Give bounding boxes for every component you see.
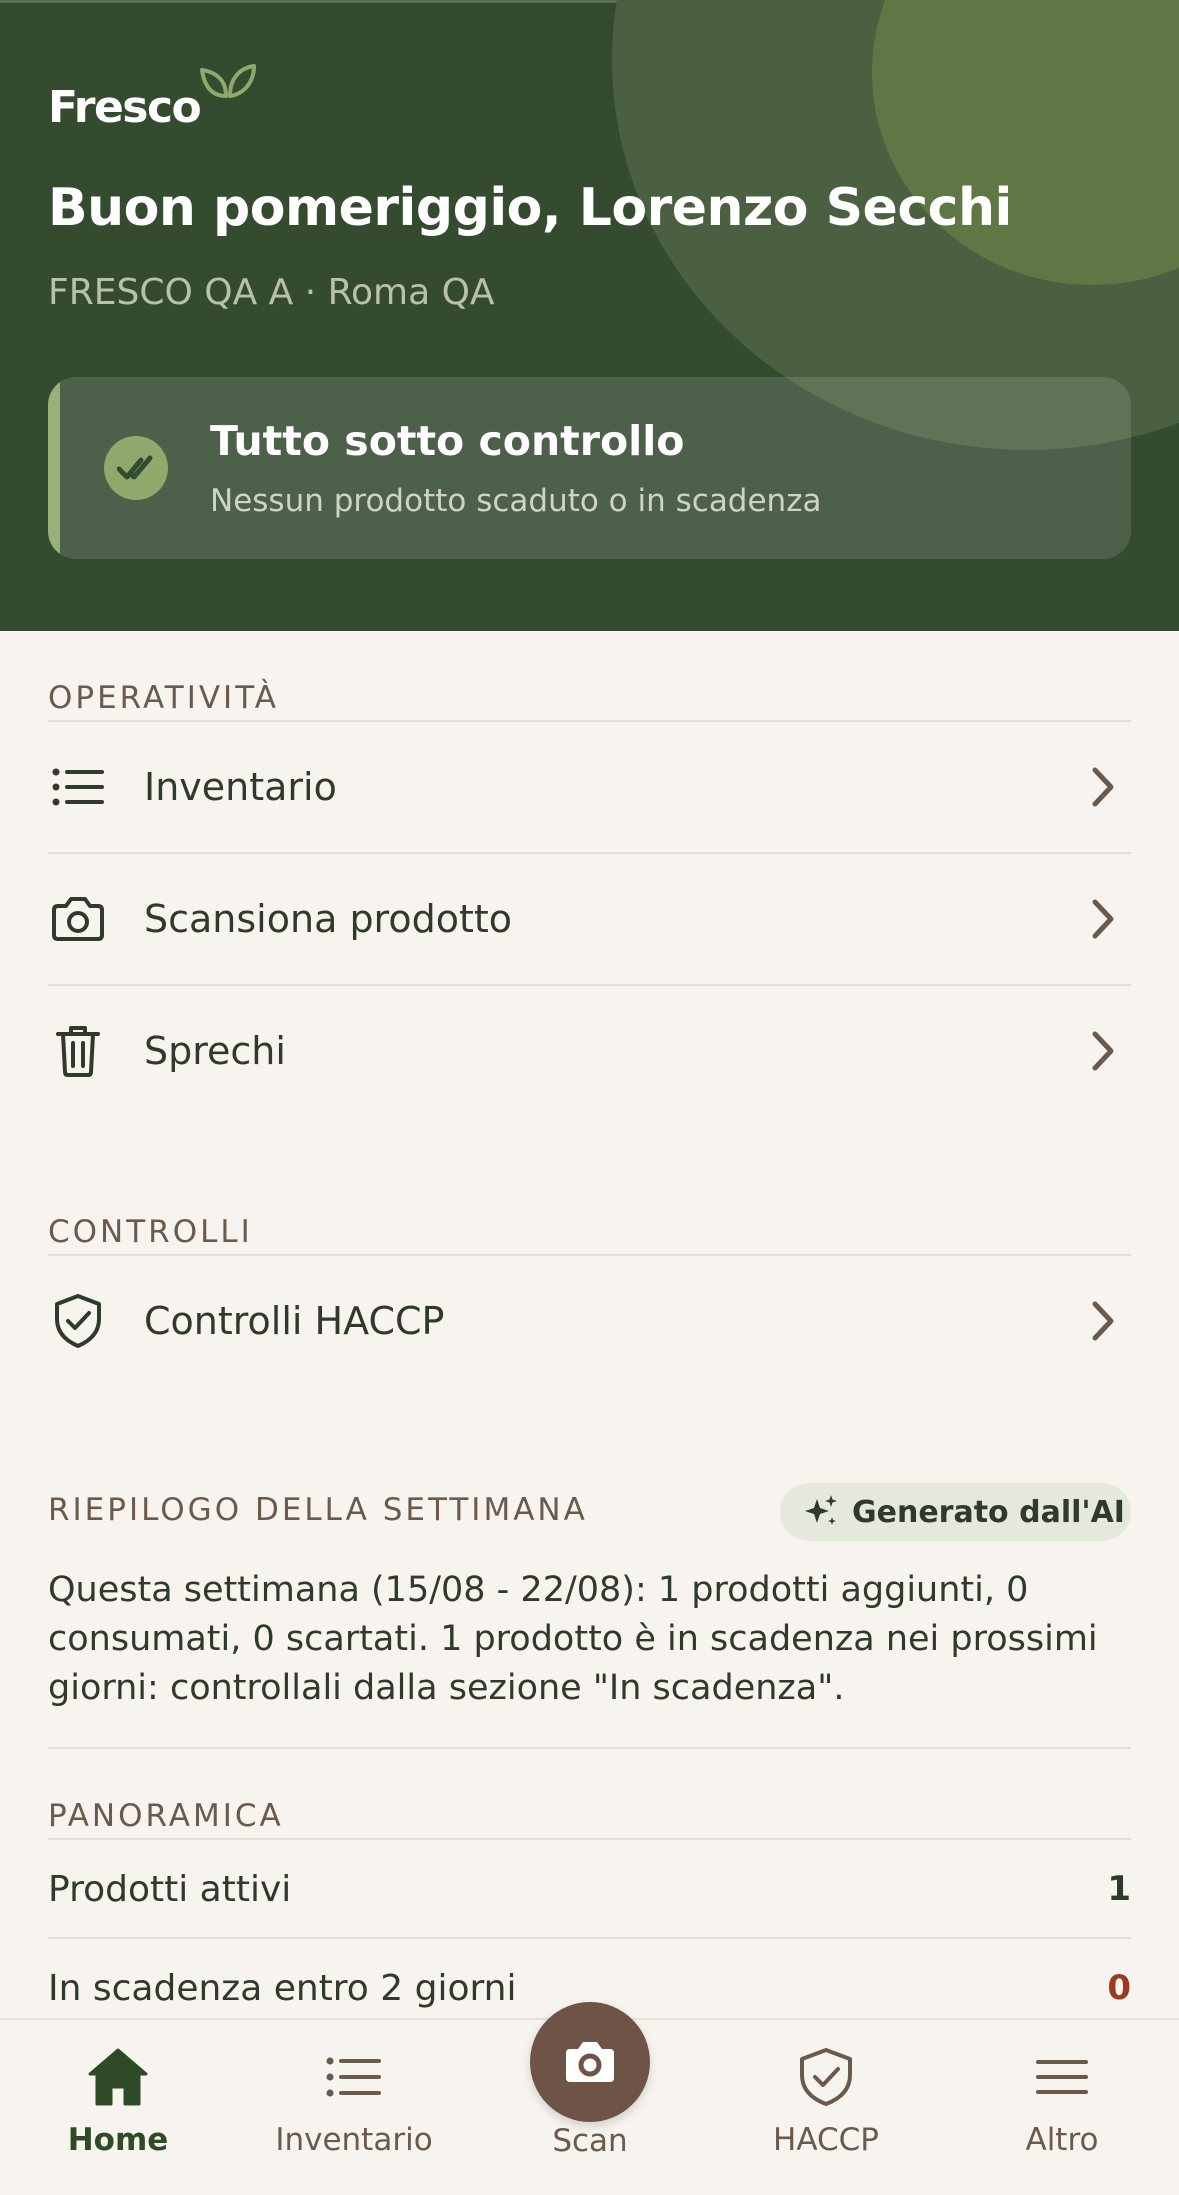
nav-label: Inventario — [275, 2122, 433, 2158]
leaf-icon — [200, 64, 256, 98]
nav-tab-home[interactable]: Home — [0, 2020, 236, 2195]
shield-check-icon — [793, 2044, 859, 2110]
chevron-right-icon — [1092, 1031, 1114, 1071]
trash-icon — [48, 1021, 108, 1081]
ai-badge-label: Generato dall'AI — [852, 1494, 1125, 1530]
location-subtitle: FRESCO QA A · Roma QA — [48, 272, 495, 313]
chevron-right-icon — [1092, 1301, 1114, 1341]
menu-icon — [1029, 2044, 1095, 2110]
camera-icon — [48, 889, 108, 949]
section-label-operativita: OPERATIVITÀ — [48, 680, 279, 716]
camera-icon — [566, 2042, 614, 2082]
menu-item-scansiona-prodotto[interactable]: Scansiona prodotto — [48, 854, 1131, 984]
home-header: Fresco Buon pomeriggio, Lorenzo Secchi F… — [0, 0, 1179, 631]
sparkles-icon — [805, 1495, 837, 1525]
scan-fab-button[interactable] — [530, 2002, 650, 2122]
ai-generated-badge: Generato dall'AI — [780, 1483, 1131, 1541]
double-check-icon — [104, 436, 168, 500]
shield-check-icon — [48, 1291, 108, 1351]
stat-value: 1 — [1107, 1869, 1131, 1909]
section-label-riepilogo: RIEPILOGO DELLA SETTIMANA — [48, 1492, 588, 1528]
stat-label: In scadenza entro 2 giorni — [48, 1967, 517, 2009]
menu-item-sprechi[interactable]: Sprechi — [48, 986, 1131, 1116]
section-label-panoramica: PANORAMICA — [48, 1798, 284, 1834]
menu-item-label: Controlli HACCP — [144, 1299, 445, 1343]
nav-tab-altro[interactable]: Altro — [944, 2020, 1179, 2195]
app-logo: Fresco — [48, 82, 202, 133]
nav-label: Altro — [1025, 2122, 1099, 2158]
menu-item-inventario[interactable]: Inventario — [48, 722, 1131, 852]
menu-item-label: Scansiona prodotto — [144, 897, 513, 941]
list-icon — [48, 757, 108, 817]
status-card-accent — [48, 377, 60, 559]
stat-label: Prodotti attivi — [48, 1868, 292, 1910]
stat-row-prodotti-attivi[interactable]: Prodotti attivi 1 — [48, 1840, 1131, 1938]
greeting-title: Buon pomeriggio, Lorenzo Secchi — [48, 178, 1012, 238]
chevron-right-icon — [1092, 899, 1114, 939]
status-subtitle: Nessun prodotto scaduto o in scadenza — [210, 483, 822, 519]
divider — [48, 1747, 1131, 1749]
menu-item-label: Inventario — [144, 765, 337, 809]
menu-item-controlli-haccp[interactable]: Controlli HACCP — [48, 1256, 1131, 1386]
stat-value-warning: 0 — [1107, 1968, 1131, 2008]
status-card[interactable]: Tutto sotto controllo Nessun prodotto sc… — [48, 377, 1131, 559]
chevron-right-icon — [1092, 767, 1114, 807]
nav-label: Home — [67, 2122, 169, 2158]
status-title: Tutto sotto controllo — [210, 417, 685, 465]
section-label-controlli: CONTROLLI — [48, 1214, 253, 1250]
nav-tab-inventario[interactable]: Inventario — [236, 2020, 472, 2195]
menu-item-label: Sprechi — [144, 1029, 286, 1073]
home-icon — [85, 2044, 151, 2110]
list-icon — [321, 2044, 387, 2110]
weekly-summary-text: Questa settimana (15/08 - 22/08): 1 prod… — [48, 1570, 1098, 1708]
nav-label-scan[interactable]: Scan — [530, 2123, 650, 2159]
nav-tab-haccp[interactable]: HACCP — [708, 2020, 944, 2195]
nav-label: HACCP — [773, 2122, 879, 2158]
